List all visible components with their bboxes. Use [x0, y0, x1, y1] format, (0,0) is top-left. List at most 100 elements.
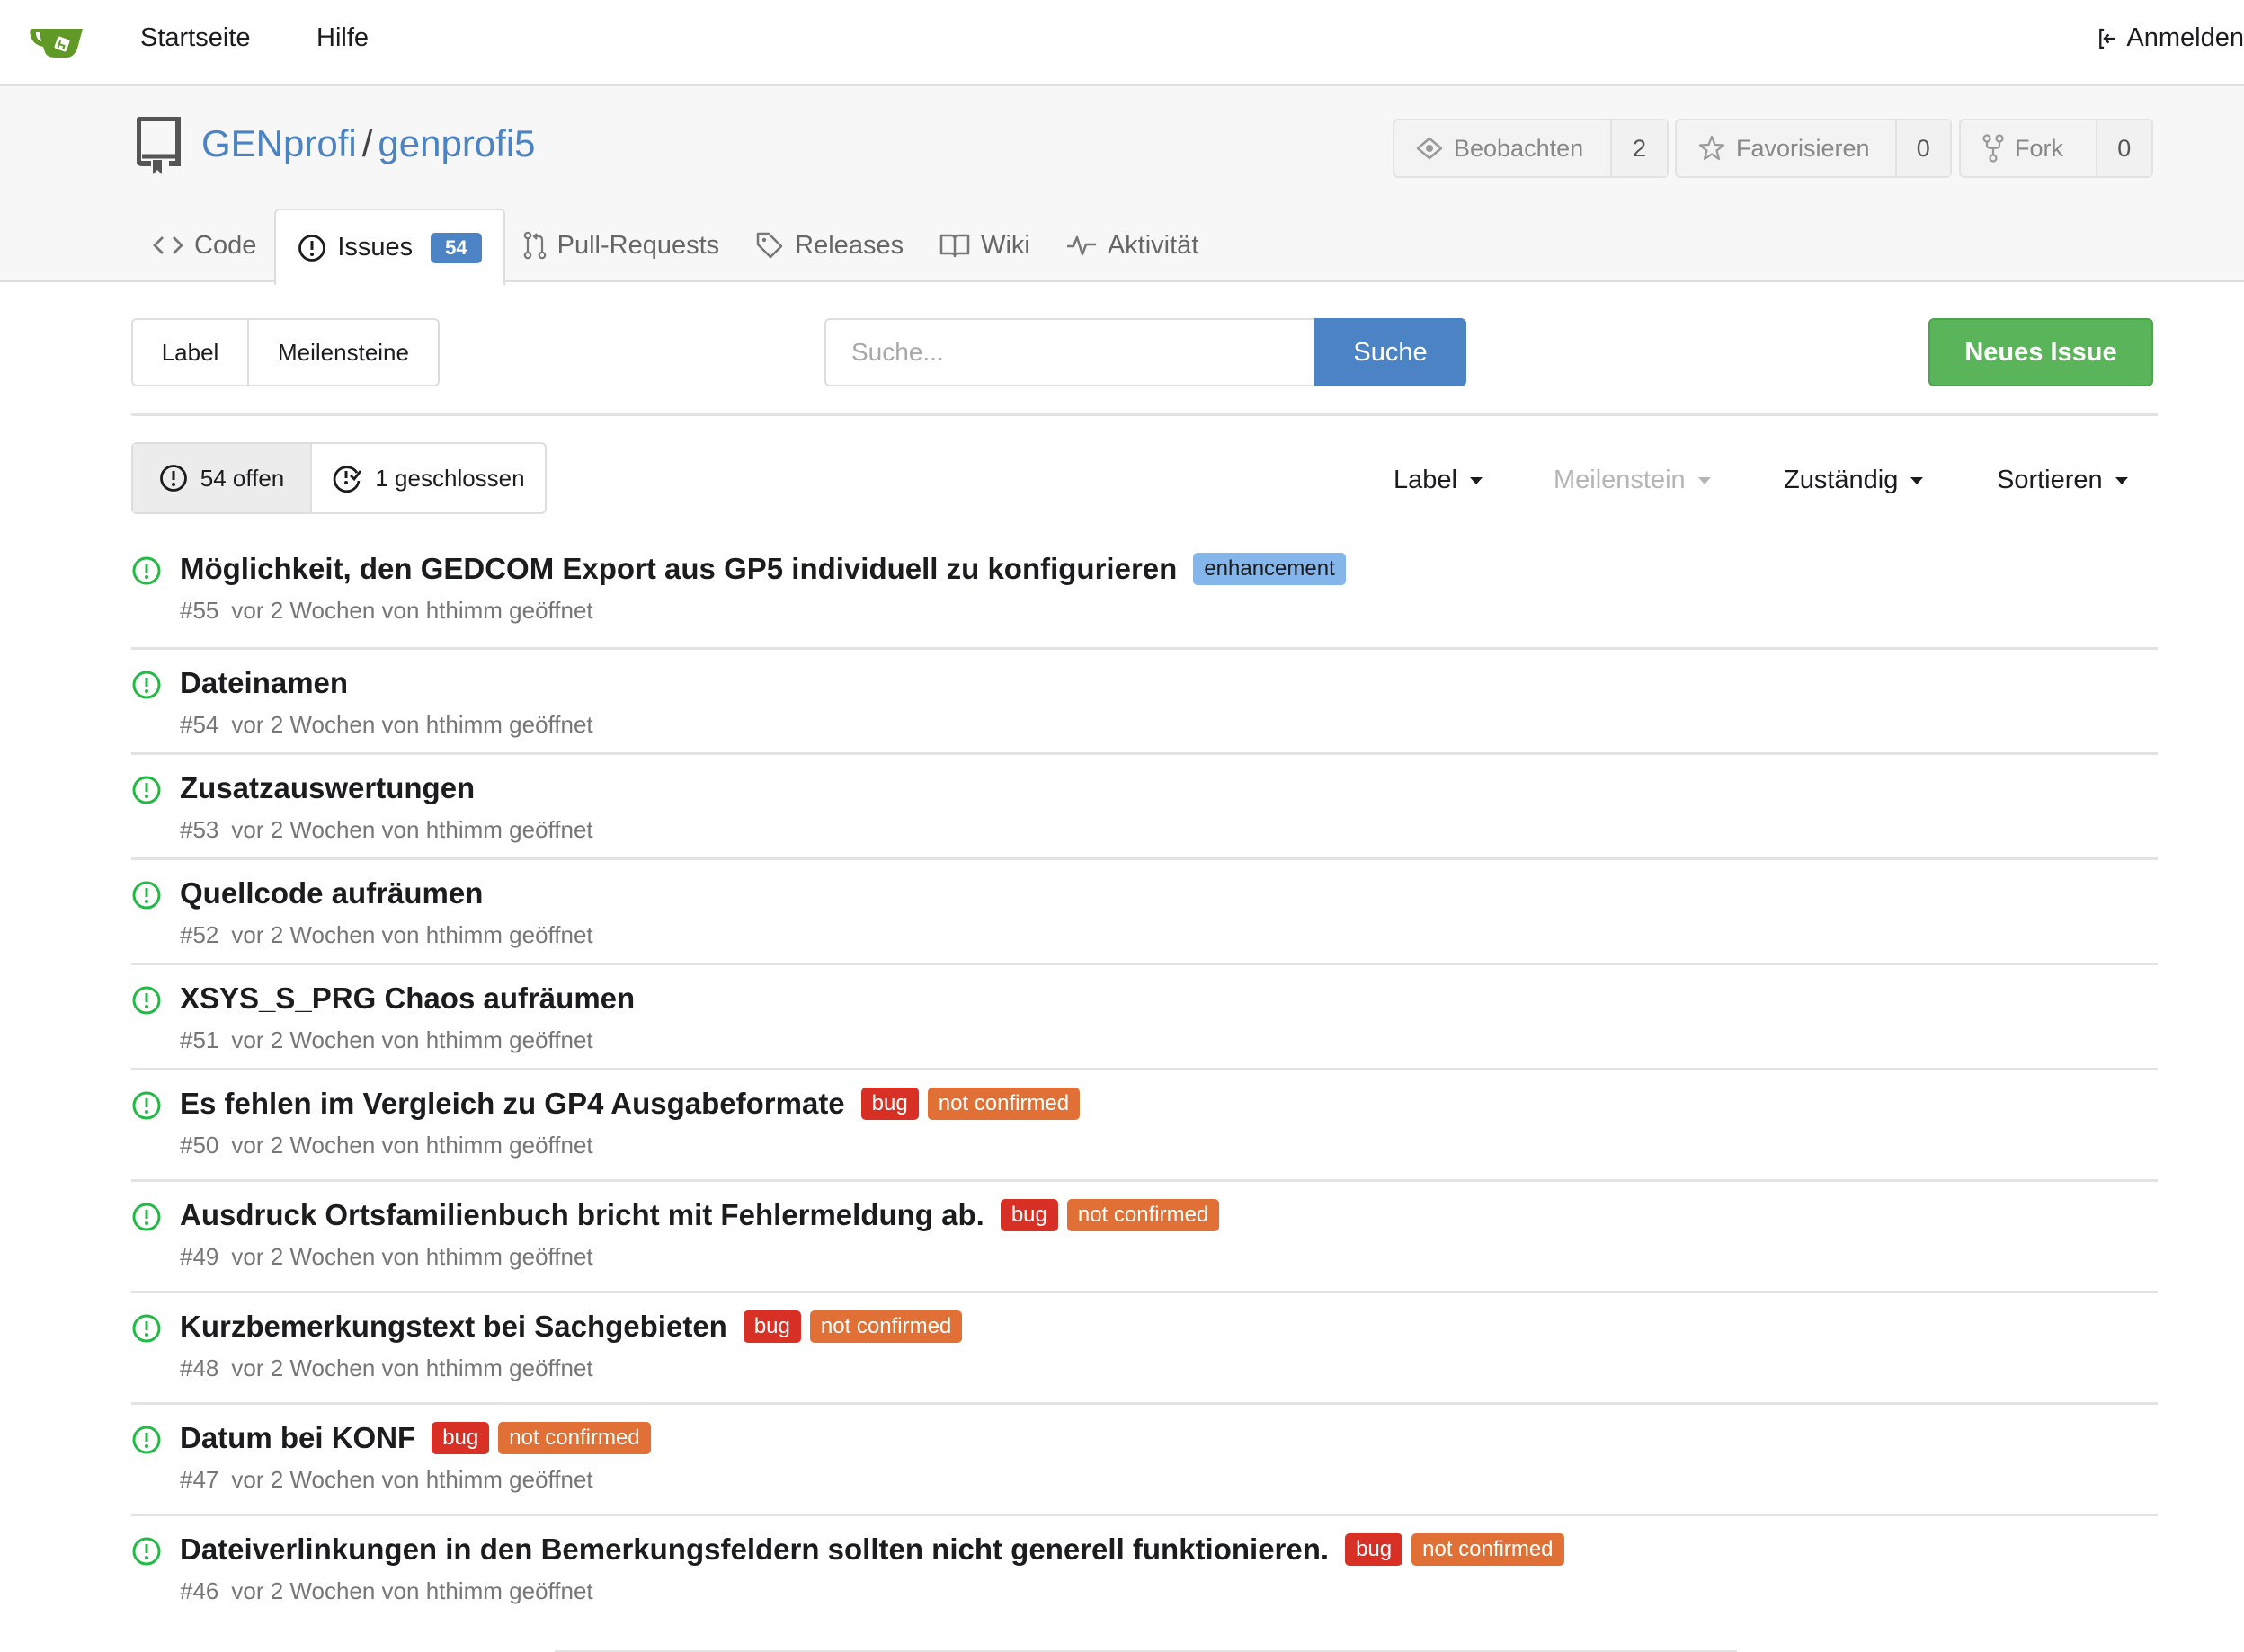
- issue-title-row: Es fehlen im Vergleich zu GP4 Ausgabefor…: [180, 1087, 1081, 1121]
- issue-open-icon: [132, 556, 161, 585]
- sort-dropdown[interactable]: Sortieren: [1997, 466, 2128, 495]
- issue-title-row: Kurzbemerkungstext bei Sachgebieten bug no…: [180, 1310, 963, 1344]
- issue-opened-info: vor 2 Wochen von hthimm geöffnet: [231, 711, 593, 738]
- open-issues-filter[interactable]: 54 offen: [133, 444, 310, 512]
- fork-label: Fork: [2015, 134, 2063, 162]
- issue-label-not-confirmed[interactable]: not confirmed: [927, 1088, 1081, 1120]
- issue-label-not-confirmed[interactable]: not confirmed: [498, 1422, 651, 1454]
- issue-meta: #47 vor 2 Wochen von hthimm geöffnet: [180, 1466, 593, 1494]
- issue-opened-info: vor 2 Wochen von hthimm geöffnet: [231, 1577, 593, 1604]
- issue-number[interactable]: #46: [180, 1577, 218, 1604]
- repo-name-link[interactable]: genprofi5: [378, 122, 535, 164]
- issue-row[interactable]: Zusatzauswertungen #53 vor 2 Wochen von ht…: [131, 755, 2158, 860]
- issue-row[interactable]: XSYS_S_PRG Chaos aufräumen #51 vor 2 Woche…: [131, 965, 2158, 1070]
- issue-meta: #53 vor 2 Wochen von hthimm geöffnet: [180, 816, 593, 844]
- issue-open-icon: [132, 1537, 161, 1566]
- issue-label-not-confirmed[interactable]: not confirmed: [1066, 1199, 1220, 1231]
- repo-title: GENprofi / genprofi5: [201, 122, 536, 165]
- closed-count-label: 1 geschlossen: [375, 464, 525, 492]
- issue-number[interactable]: #53: [180, 816, 218, 843]
- code-icon: [153, 236, 183, 254]
- tab-wiki[interactable]: Wiki: [922, 209, 1048, 282]
- repo-owner-link[interactable]: GENprofi: [201, 122, 357, 164]
- issue-title-link[interactable]: Möglichkeit, den GEDCOM Export aus GP5 i…: [180, 552, 1177, 586]
- label-filter-dropdown[interactable]: Label: [1394, 466, 1483, 495]
- issue-row[interactable]: Es fehlen im Vergleich zu GP4 Ausgabefor…: [131, 1070, 2158, 1182]
- fork-button[interactable]: Fork: [1961, 120, 2096, 176]
- tab-activity[interactable]: Aktivität: [1048, 209, 1217, 282]
- closed-issues-filter[interactable]: 1 geschlossen: [310, 444, 545, 512]
- issue-title-link[interactable]: Ausdruck Ortsfamilienbuch bricht mit Feh…: [180, 1198, 984, 1232]
- star-count[interactable]: 0: [1894, 120, 1950, 176]
- issue-label-bug[interactable]: bug: [1345, 1533, 1403, 1566]
- issue-row[interactable]: Quellcode aufräumen #52 vor 2 Wochen von h…: [131, 860, 2158, 965]
- star-label: Favorisieren: [1736, 134, 1870, 162]
- tab-label: Code: [194, 230, 257, 260]
- issue-title-link[interactable]: Dateiverlinkungen in den Bemerkungsfelde…: [180, 1532, 1329, 1567]
- open-count-label: 54 offen: [200, 464, 285, 492]
- tab-code[interactable]: Code: [135, 209, 274, 282]
- issue-open-icon: [132, 1091, 161, 1120]
- nav-help-link[interactable]: Hilfe: [316, 23, 369, 53]
- signin-link[interactable]: Anmelden: [2098, 23, 2244, 53]
- toolbar-divider: [131, 413, 2158, 416]
- issue-number[interactable]: #47: [180, 1466, 218, 1493]
- issue-number[interactable]: #55: [180, 597, 218, 624]
- issue-row[interactable]: Dateiverlinkungen in den Bemerkungsfelde…: [131, 1516, 2158, 1624]
- issue-label-not-confirmed[interactable]: not confirmed: [809, 1310, 963, 1343]
- issue-number[interactable]: #51: [180, 1026, 218, 1053]
- search-button[interactable]: Suche: [1314, 318, 1466, 386]
- star-group: Favorisieren 0: [1675, 119, 1952, 178]
- issue-number[interactable]: #48: [180, 1354, 218, 1381]
- issue-row[interactable]: Ausdruck Ortsfamilienbuch bricht mit Feh…: [131, 1182, 2158, 1293]
- tab-label: Pull-Requests: [557, 230, 720, 260]
- nav-home-link[interactable]: Startseite: [140, 23, 251, 53]
- milestone-filter-dropdown[interactable]: Meilenstein: [1554, 466, 1711, 495]
- search-input[interactable]: [824, 318, 1315, 386]
- issue-title-link[interactable]: XSYS_S_PRG Chaos aufräumen: [180, 981, 635, 1016]
- tab-pull-requests[interactable]: Pull-Requests: [505, 209, 738, 282]
- issue-number[interactable]: #52: [180, 921, 218, 948]
- tab-issues[interactable]: Issues 54: [274, 209, 505, 285]
- issue-title-link[interactable]: Dateinamen: [180, 666, 348, 700]
- issue-title-link[interactable]: Es fehlen im Vergleich zu GP4 Ausgabefor…: [180, 1087, 845, 1121]
- issue-row[interactable]: Möglichkeit, den GEDCOM Export aus GP5 i…: [131, 530, 2158, 650]
- issue-title-link[interactable]: Datum bei KONF: [180, 1421, 415, 1455]
- issue-label-bug[interactable]: bug: [432, 1422, 490, 1454]
- issue-list: Möglichkeit, den GEDCOM Export aus GP5 i…: [131, 530, 2158, 1624]
- watch-button[interactable]: Beobachten: [1394, 120, 1610, 176]
- issue-row[interactable]: Kurzbemerkungstext bei Sachgebieten bug no…: [131, 1293, 2158, 1405]
- watch-count[interactable]: 2: [1609, 120, 1667, 176]
- issue-title-link[interactable]: Quellcode aufräumen: [180, 876, 483, 910]
- fork-count[interactable]: 0: [2095, 120, 2151, 176]
- issue-opened-icon: [159, 465, 187, 492]
- state-filter-group: 54 offen 1 geschlossen: [131, 442, 547, 514]
- filter-label: Meilenstein: [1554, 466, 1686, 494]
- issue-label-bug[interactable]: bug: [743, 1310, 801, 1343]
- tab-label: Aktivität: [1107, 230, 1199, 260]
- star-button[interactable]: Favorisieren: [1677, 120, 1895, 176]
- issue-label-bug[interactable]: bug: [1000, 1199, 1058, 1231]
- issue-title-link[interactable]: Zusatzauswertungen: [180, 771, 475, 805]
- labels-button[interactable]: Label: [133, 320, 247, 385]
- gitea-logo-icon[interactable]: [29, 22, 86, 59]
- issue-number[interactable]: #54: [180, 711, 218, 738]
- issue-title-link[interactable]: Kurzbemerkungstext bei Sachgebieten: [180, 1310, 727, 1344]
- new-issue-button[interactable]: Neues Issue: [1928, 318, 2153, 386]
- issue-number[interactable]: #49: [180, 1243, 218, 1270]
- caret-down-icon: [1910, 476, 1924, 484]
- issue-number[interactable]: #50: [180, 1132, 218, 1159]
- issue-open-icon: [132, 986, 161, 1015]
- issue-opened-icon: [298, 234, 326, 262]
- issue-label-enhancement[interactable]: enhancement: [1193, 553, 1346, 585]
- caret-down-icon: [1469, 476, 1483, 484]
- issue-label-not-confirmed[interactable]: not confirmed: [1411, 1533, 1564, 1566]
- issue-opened-info: vor 2 Wochen von hthimm geöffnet: [231, 1132, 593, 1159]
- milestones-button[interactable]: Meilensteine: [247, 320, 438, 385]
- pull-request-icon: [523, 231, 546, 260]
- issue-row[interactable]: Dateinamen #54 vor 2 Wochen von hthimm geö…: [131, 650, 2158, 755]
- tab-releases[interactable]: Releases: [737, 209, 922, 282]
- issue-label-bug[interactable]: bug: [860, 1088, 919, 1120]
- issue-row[interactable]: Datum bei KONF bug not confirmed #47 vor 2 W…: [131, 1405, 2158, 1516]
- assignee-filter-dropdown[interactable]: Zuständig: [1784, 466, 1924, 495]
